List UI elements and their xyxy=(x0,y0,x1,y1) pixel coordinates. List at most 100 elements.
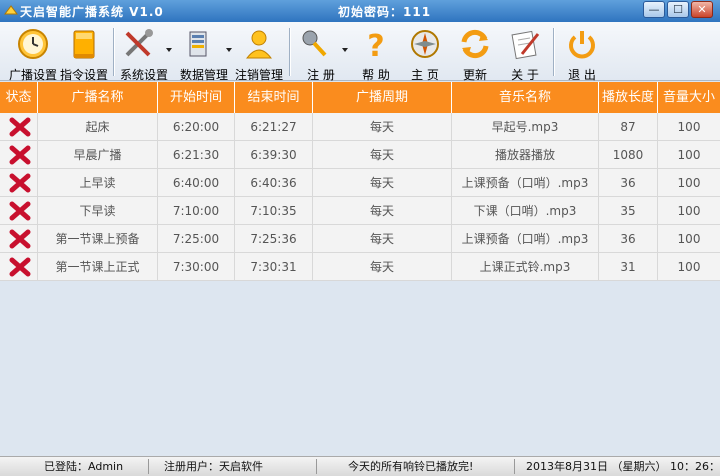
power-icon xyxy=(569,31,595,59)
help-label: 帮 助 xyxy=(362,68,390,82)
data-management-button[interactable]: 数据管理 xyxy=(176,26,232,82)
delete-icon[interactable] xyxy=(9,173,31,193)
toolbar-separator xyxy=(553,28,554,76)
title-bar: 天启智能广播系统 V1.0 初始密码：111 — ☐ ✕ xyxy=(0,0,720,22)
database-icon xyxy=(189,31,207,57)
system-settings-dropdown-arrow[interactable] xyxy=(166,48,172,52)
update-button[interactable]: 更新 xyxy=(454,26,496,82)
help-button[interactable]: ? 帮 助 xyxy=(355,26,397,82)
length-cell: 31 xyxy=(599,253,658,281)
length-cell: 1080 xyxy=(599,141,658,169)
cycle-cell: 每天 xyxy=(313,197,452,225)
end-cell: 6:39:30 xyxy=(235,141,313,169)
table-row[interactable]: 下早读 7:10:00 7:10:35 每天 下课（口哨）.mp3 35 100 xyxy=(0,197,720,225)
table-row[interactable]: 第一节课上预备 7:25:00 7:25:36 每天 上课预备（口哨）.mp3 … xyxy=(0,225,720,253)
status-datetime: 2013年8月31日 （星期六） 10：26：14 xyxy=(526,460,720,473)
start-cell: 6:20:00 xyxy=(158,113,235,141)
volume-cell: 100 xyxy=(677,204,701,218)
svg-text:?: ? xyxy=(367,29,384,60)
close-button[interactable]: ✕ xyxy=(691,1,713,18)
status-message: 今天的所有响铃已播放完! xyxy=(348,460,474,473)
end-cell: 6:40:36 xyxy=(235,169,313,197)
table-row[interactable]: 起床 6:20:00 6:21:27 每天 早起号.mp3 87 100 xyxy=(0,113,720,141)
register-button[interactable]: 注 册 xyxy=(294,26,348,82)
table-row[interactable]: 早晨广播 6:21:30 6:39:30 每天 播放器播放 1080 100 xyxy=(0,141,720,169)
table-header: 状态 广播名称 开始时间 结束时间 广播周期 音乐名称 播放长度 音量大小 xyxy=(0,82,720,113)
broadcast-settings-label: 广播设置 xyxy=(8,68,57,82)
length-cell: 36 xyxy=(599,169,658,197)
music-cell: 播放器播放 xyxy=(452,141,599,169)
status-cell xyxy=(0,197,38,225)
help-icon: ? xyxy=(367,29,384,60)
table-row[interactable]: 上早读 6:40:00 6:40:36 每天 上课预备（口哨）.mp3 36 1… xyxy=(0,169,720,197)
cycle-cell: 每天 xyxy=(313,141,452,169)
end-cell: 7:30:31 xyxy=(235,253,313,281)
data-management-dropdown-arrow[interactable] xyxy=(226,48,232,52)
command-settings-label: 指令设置 xyxy=(59,68,108,82)
register-dropdown-arrow[interactable] xyxy=(342,48,348,52)
delete-icon[interactable] xyxy=(9,257,31,277)
about-label: 关 于 xyxy=(511,68,539,82)
delete-icon[interactable] xyxy=(9,117,31,137)
status-divider xyxy=(514,459,515,474)
column-header-music[interactable]: 音乐名称 xyxy=(452,82,599,113)
music-cell: 早起号.mp3 xyxy=(452,113,599,141)
status-bar: 已登陆：Admin 注册用户：天启软件 今天的所有响铃已播放完! 2013年8月… xyxy=(0,456,720,476)
status-divider xyxy=(316,459,317,474)
column-header-cycle[interactable]: 广播周期 xyxy=(313,82,452,113)
minimize-button[interactable]: — xyxy=(643,1,665,18)
volume-cell: 100 xyxy=(677,148,701,162)
delete-icon[interactable] xyxy=(9,229,31,249)
registered-user: 注册用户：天启软件 xyxy=(164,460,263,473)
length-cell: 87 xyxy=(599,113,658,141)
music-cell: 上课预备（口哨）.mp3 xyxy=(452,169,599,197)
delete-icon[interactable] xyxy=(9,145,31,165)
system-settings-button[interactable]: 系统设置 xyxy=(116,26,172,82)
broadcast-settings-button[interactable]: 广播设置 xyxy=(6,26,60,82)
name-cell: 第一节课上正式 xyxy=(38,253,158,281)
end-cell: 7:10:35 xyxy=(235,197,313,225)
end-cell: 6:21:27 xyxy=(235,113,313,141)
toolbar: 广播设置 指令设置 系统设置 数据管理 注销管理 注 册 ? 帮 助 主 页 更… xyxy=(0,22,720,82)
music-cell: 上课预备（口哨）.mp3 xyxy=(452,225,599,253)
delete-icon[interactable] xyxy=(9,201,31,221)
about-button[interactable]: 关 于 xyxy=(504,26,546,82)
table-row[interactable]: 第一节课上正式 7:30:00 7:30:31 每天 上课正式铃.mp3 31 … xyxy=(0,253,720,281)
column-header-name[interactable]: 广播名称 xyxy=(38,82,158,113)
app-logo-icon xyxy=(4,5,18,15)
column-header-volume[interactable]: 音量大小 xyxy=(658,82,720,113)
status-cell xyxy=(0,225,38,253)
about-icon xyxy=(511,30,540,60)
command-settings-button[interactable]: 指令设置 xyxy=(58,26,110,82)
cycle-cell: 每天 xyxy=(313,225,452,253)
exit-label: 退 出 xyxy=(568,68,596,82)
maximize-button[interactable]: ☐ xyxy=(667,1,689,18)
logout-management-button[interactable]: 注销管理 xyxy=(234,26,284,82)
logout-management-label: 注销管理 xyxy=(234,68,283,82)
status-cell xyxy=(0,141,38,169)
window-title: 天启智能广播系统 V1.0 xyxy=(20,5,164,19)
homepage-button[interactable]: 主 页 xyxy=(404,26,446,82)
start-cell: 6:21:30 xyxy=(158,141,235,169)
column-header-status[interactable]: 状态 xyxy=(0,82,38,113)
status-cell xyxy=(0,169,38,197)
exit-button[interactable]: 退 出 xyxy=(560,26,604,82)
system-settings-label: 系统设置 xyxy=(119,68,168,82)
key-icon xyxy=(302,30,327,57)
logged-in-user: 已登陆：Admin xyxy=(44,460,124,473)
volume-cell: 100 xyxy=(677,176,701,190)
cycle-cell: 每天 xyxy=(313,169,452,197)
volume-cell: 100 xyxy=(677,260,701,274)
user-icon xyxy=(245,30,273,59)
cycle-cell: 每天 xyxy=(313,113,452,141)
start-cell: 6:40:00 xyxy=(158,169,235,197)
update-label: 更新 xyxy=(462,68,487,82)
column-header-start[interactable]: 开始时间 xyxy=(158,82,235,113)
toolbar-separator xyxy=(113,28,114,76)
length-cell: 36 xyxy=(599,225,658,253)
name-cell: 早晨广播 xyxy=(38,141,158,169)
column-header-length[interactable]: 播放长度 xyxy=(599,82,658,113)
music-cell: 上课正式铃.mp3 xyxy=(452,253,599,281)
status-cell xyxy=(0,253,38,281)
column-header-end[interactable]: 结束时间 xyxy=(235,82,313,113)
